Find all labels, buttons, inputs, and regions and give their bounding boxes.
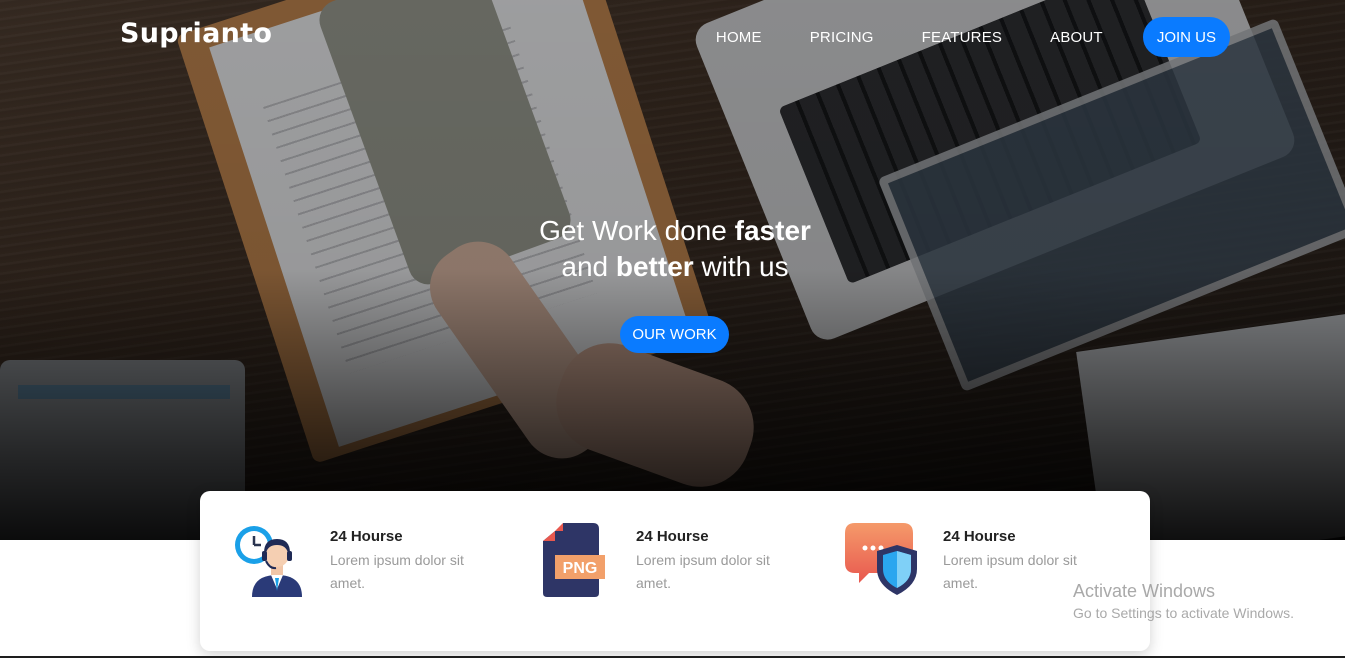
- hero-line1-bold: faster: [734, 215, 811, 246]
- our-work-button[interactable]: OUR WORK: [620, 316, 729, 353]
- landing-page: Suprianto HOME PRICING FEATURES ABOUT JO…: [0, 0, 1345, 658]
- main-nav: HOME PRICING FEATURES ABOUT JOIN US: [716, 17, 1230, 57]
- feature-title: 24 Hourse: [330, 528, 403, 545]
- png-file-icon: PNG: [543, 523, 605, 597]
- features-card: 24 Hourse Lorem ipsum dolor sit amet. PN…: [200, 491, 1150, 651]
- hero-line2-text-b: with us: [693, 251, 789, 282]
- activate-windows-subtitle: Go to Settings to activate Windows.: [1073, 605, 1294, 621]
- hero-section: Suprianto HOME PRICING FEATURES ABOUT JO…: [0, 0, 1345, 540]
- feature-title: 24 Hourse: [943, 528, 1016, 545]
- feature-text: Lorem ipsum dolor sit amet.: [636, 552, 770, 591]
- brand-logo[interactable]: Suprianto: [120, 18, 272, 49]
- nav-pricing-link[interactable]: PRICING: [810, 29, 874, 46]
- support-agent-icon: [235, 526, 302, 597]
- hero-line2-bold: better: [615, 251, 694, 282]
- feature-item: PNG 24 Hourse Lorem ipsum dolor sit amet…: [537, 491, 827, 651]
- png-badge-text: PNG: [563, 560, 598, 577]
- security-chat-icon: [845, 523, 917, 595]
- feature-item: 24 Hourse Lorem ipsum dolor sit amet.: [230, 491, 520, 651]
- hero-line2-text-a: and: [561, 251, 616, 282]
- join-us-button[interactable]: JOIN US: [1142, 17, 1230, 57]
- feature-item: 24 Hourse Lorem ipsum dolor sit amet.: [845, 491, 1135, 651]
- nav-about-link[interactable]: ABOUT: [1050, 29, 1103, 46]
- feature-text: Lorem ipsum dolor sit amet.: [330, 552, 464, 591]
- nav-home-link[interactable]: HOME: [716, 29, 762, 46]
- activate-windows-title: Activate Windows: [1073, 581, 1216, 601]
- hero-heading: Get Work done faster and better with us: [0, 213, 1345, 285]
- feature-title: 24 Hourse: [636, 528, 709, 545]
- nav-features-link[interactable]: FEATURES: [922, 29, 1003, 46]
- hero-line1-text: Get Work done: [539, 215, 735, 246]
